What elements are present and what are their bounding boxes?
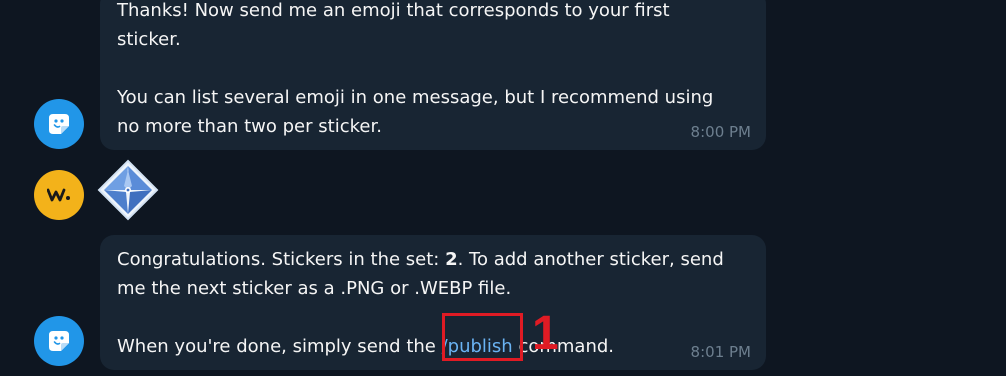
message-timestamp: 8:01 PM [690,343,751,361]
message-timestamp: 8:00 PM [690,123,751,141]
bot-avatar[interactable] [34,316,84,366]
sticker-count: 2 [445,249,458,270]
user-logo-icon [47,188,70,202]
message-text-line: Thanks! Now send me an emoji that corres… [117,0,670,21]
blue-diamond-tile-sticker-icon [97,159,159,221]
message-text-line: sticker. [117,29,181,50]
bot-avatar[interactable] [34,99,84,149]
bot-message-congratulations: Congratulations. Stickers in the set: 2.… [100,235,766,370]
message-text-line: no more than two per sticker. [117,116,382,137]
message-text-line: Congratulations. Stickers in the set: 2.… [117,249,724,270]
sticker-message[interactable] [96,158,160,222]
message-text-line: me the next sticker as a .PNG or .WEBP f… [117,278,512,299]
sticker-bot-icon [49,331,69,351]
sticker-bot-icon [49,114,69,134]
annotation-highlight-box [442,313,523,361]
bot-message-emoji-request: Thanks! Now send me an emoji that corres… [100,0,766,150]
message-text-line: You can list several emoji in one messag… [117,87,714,108]
annotation-number: 1 [532,307,559,360]
user-avatar[interactable] [34,170,84,220]
message-text-line: When you're done, simply send the /publi… [117,336,615,357]
